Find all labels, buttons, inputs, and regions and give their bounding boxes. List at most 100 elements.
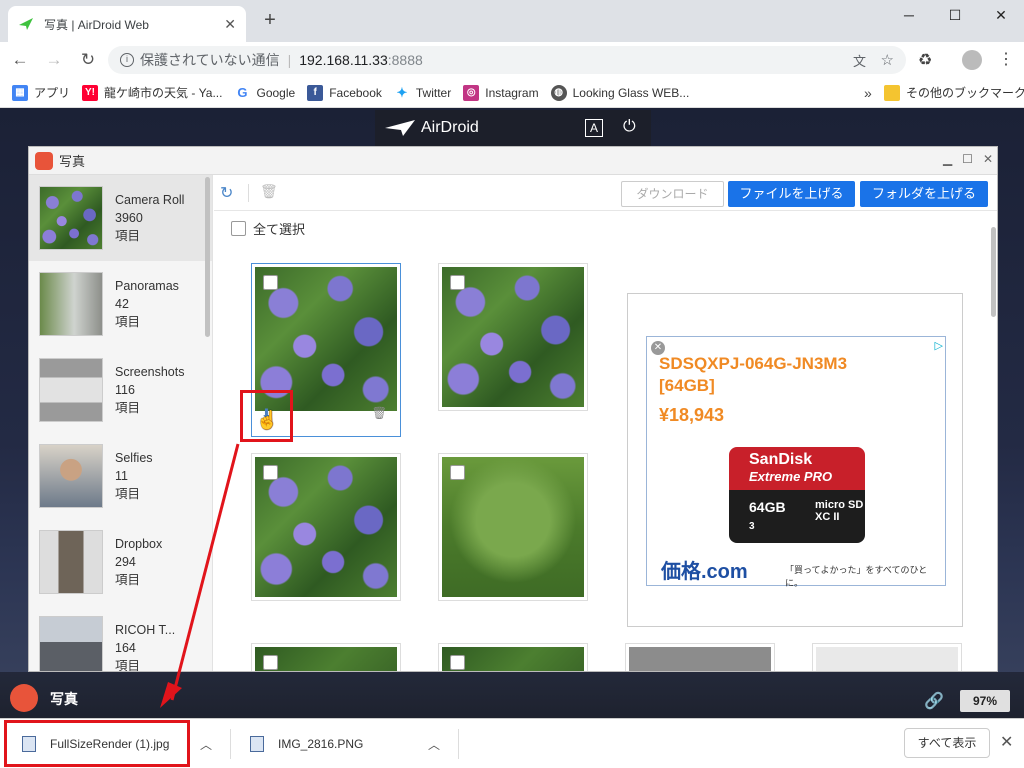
photo-checkbox[interactable] — [450, 655, 465, 670]
photo-trash-icon[interactable]: 🗑 — [372, 406, 387, 420]
translate-icon[interactable]: 文 — [853, 51, 866, 70]
ad-choices-icon[interactable]: ▷ — [935, 339, 943, 352]
link-icon[interactable]: 🔗 — [924, 691, 944, 711]
photo-tile[interactable] — [251, 453, 401, 601]
menu-icon[interactable]: ⋮ — [998, 49, 1014, 69]
photo-image — [255, 457, 397, 597]
reload-icon[interactable]: ↻ — [74, 46, 102, 74]
url-host: 192.168.11.33 — [299, 52, 388, 68]
bookmark-google[interactable]: G Google — [234, 84, 295, 101]
extension-recycle-icon[interactable]: ♻ — [918, 50, 932, 70]
album-camera-roll[interactable]: Camera Roll 3960 項目 — [29, 175, 212, 261]
show-all-button[interactable]: すべて表示 — [904, 728, 990, 758]
photo-image — [255, 647, 397, 671]
address-bar[interactable]: i 保護されていない通信 | 192.168.11.33 :8888 文 ☆ — [108, 46, 906, 74]
globe-icon: ◍ — [550, 84, 567, 101]
download-options-chevron-icon[interactable]: ︿ — [428, 736, 440, 753]
photo-checkbox[interactable] — [263, 655, 278, 670]
font-size-button[interactable]: A — [585, 119, 603, 137]
forward-icon[interactable]: → — [40, 46, 68, 74]
window-close-icon[interactable]: ✕ — [983, 152, 993, 166]
photo-tile[interactable] — [625, 643, 775, 671]
window-buttons: ▁ ☐ ✕ — [943, 152, 993, 166]
sd-card-image: SanDisk Extreme PRO 64GB micro SD XC II … — [729, 447, 865, 543]
airdroid-page: AirDroid A ⏻ 写真 ▁ ☐ ✕ Camera Roll 3960 項目 … — [0, 108, 1024, 718]
bookmark-looking-glass[interactable]: ◍ Looking Glass WEB... — [550, 84, 689, 101]
photos-window: 写真 ▁ ☐ ✕ Camera Roll 3960 項目 Panoramas 42 項目… — [28, 146, 998, 672]
album-thumbnail — [39, 444, 103, 508]
photo-image — [629, 647, 771, 671]
photo-tile[interactable] — [438, 263, 588, 411]
facebook-icon: f — [307, 84, 324, 101]
highlight-box-download-icon — [240, 390, 293, 442]
photo-image — [442, 267, 584, 407]
advertisement[interactable]: ✕ ▷ SDSQXPJ-064G-JN3M3 [64GB] ¥18,943 Sa… — [627, 293, 963, 627]
album-thumbnail — [39, 186, 103, 250]
bookmarks-more-button[interactable]: » — [864, 85, 872, 101]
profile-avatar[interactable] — [962, 50, 982, 70]
bookmark-instagram[interactable]: ◎ Instagram — [463, 84, 539, 101]
bookmark-star-icon[interactable]: ☆ — [881, 51, 894, 69]
folder-icon — [884, 84, 900, 101]
taskbar-label[interactable]: 写真 — [50, 689, 78, 709]
album-dropbox[interactable]: Dropbox 294 項目 — [29, 519, 212, 605]
select-all-checkbox[interactable] — [231, 221, 246, 236]
bookmark-twitter[interactable]: ✦ Twitter — [393, 84, 451, 101]
info-icon[interactable]: i — [120, 53, 134, 67]
photo-toolbar: ↻ 🗑 ダウンロード ファイルを上げる フォルダを上げる — [214, 175, 997, 211]
upload-file-button[interactable]: ファイルを上げる — [728, 181, 855, 207]
tab-bar: 写真 | AirDroid Web ✕ + ─ ☐ ✕ — [0, 0, 1024, 42]
photo-tile[interactable] — [438, 643, 588, 671]
download-options-chevron-icon[interactable]: ︿ — [200, 736, 212, 753]
shelf-close-icon[interactable]: ✕ — [1000, 732, 1013, 752]
trash-icon[interactable]: 🗑 — [260, 183, 278, 200]
url-port: :8888 — [387, 52, 423, 68]
photos-task-icon[interactable] — [10, 684, 38, 712]
minimize-icon[interactable]: ─ — [886, 0, 932, 30]
ad-banner[interactable]: ✕ ▷ SDSQXPJ-064G-JN3M3 [64GB] ¥18,943 Sa… — [646, 336, 946, 588]
album-selfies[interactable]: Selfies 11 項目 — [29, 433, 212, 519]
photo-checkbox[interactable] — [263, 465, 278, 480]
download-button[interactable]: ダウンロード — [621, 181, 724, 207]
window-minimize-icon[interactable]: ▁ — [943, 152, 952, 166]
sidebar-scrollbar[interactable] — [205, 177, 210, 337]
photo-image — [442, 647, 584, 671]
album-ricoh[interactable]: RICOH T... 164 項目 — [29, 605, 212, 671]
photo-tile[interactable] — [812, 643, 962, 671]
refresh-icon[interactable]: ↻ — [220, 183, 233, 203]
select-all[interactable]: 全て選択 — [231, 219, 305, 238]
bookmark-facebook[interactable]: f Facebook — [307, 84, 382, 101]
photo-checkbox[interactable] — [450, 465, 465, 480]
image-file-icon — [250, 736, 264, 752]
album-panoramas[interactable]: Panoramas 42 項目 — [29, 261, 212, 347]
tab-close-icon[interactable]: ✕ — [224, 16, 236, 33]
toolbar-divider — [248, 184, 249, 202]
bookmark-weather[interactable]: Y! 龍ケ崎市の天気 - Ya... — [82, 84, 222, 101]
maximize-icon[interactable]: ☐ — [932, 0, 978, 30]
bookmarks-bar: ▦ アプリ Y! 龍ケ崎市の天気 - Ya... G Google f Facebook… — [0, 78, 1024, 108]
new-tab-button[interactable]: + — [258, 8, 282, 32]
album-thumbnail — [39, 358, 103, 422]
window-maximize-icon[interactable]: ☐ — [962, 152, 973, 166]
photo-tile[interactable] — [438, 453, 588, 601]
photo-tile[interactable] — [251, 643, 401, 671]
photo-checkbox[interactable] — [263, 275, 278, 290]
ad-site-logo: 価格.com — [661, 561, 748, 583]
grid-scrollbar[interactable] — [991, 227, 996, 317]
close-window-icon[interactable]: ✕ — [978, 0, 1024, 30]
bookmark-apps[interactable]: ▦ アプリ — [12, 84, 70, 101]
download-item[interactable]: IMG_2816.PNG — [250, 728, 363, 760]
upload-folder-button[interactable]: フォルダを上げる — [860, 181, 988, 207]
album-screenshots[interactable]: Screenshots 116 項目 — [29, 347, 212, 433]
browser-tab[interactable]: 写真 | AirDroid Web ✕ — [8, 6, 246, 42]
tab-title: 写真 | AirDroid Web — [44, 17, 149, 32]
url-divider: | — [287, 52, 292, 68]
airdroid-taskbar: 写真 🔗 97% — [0, 672, 1024, 718]
other-bookmarks[interactable]: その他のブックマーク — [884, 84, 1024, 101]
photo-checkbox[interactable] — [450, 275, 465, 290]
power-icon[interactable]: ⏻ — [623, 118, 636, 136]
shelf-divider — [230, 729, 231, 759]
battery-percent: 97% — [960, 690, 1010, 712]
back-icon[interactable]: ← — [6, 46, 34, 74]
photo-image — [442, 457, 584, 597]
